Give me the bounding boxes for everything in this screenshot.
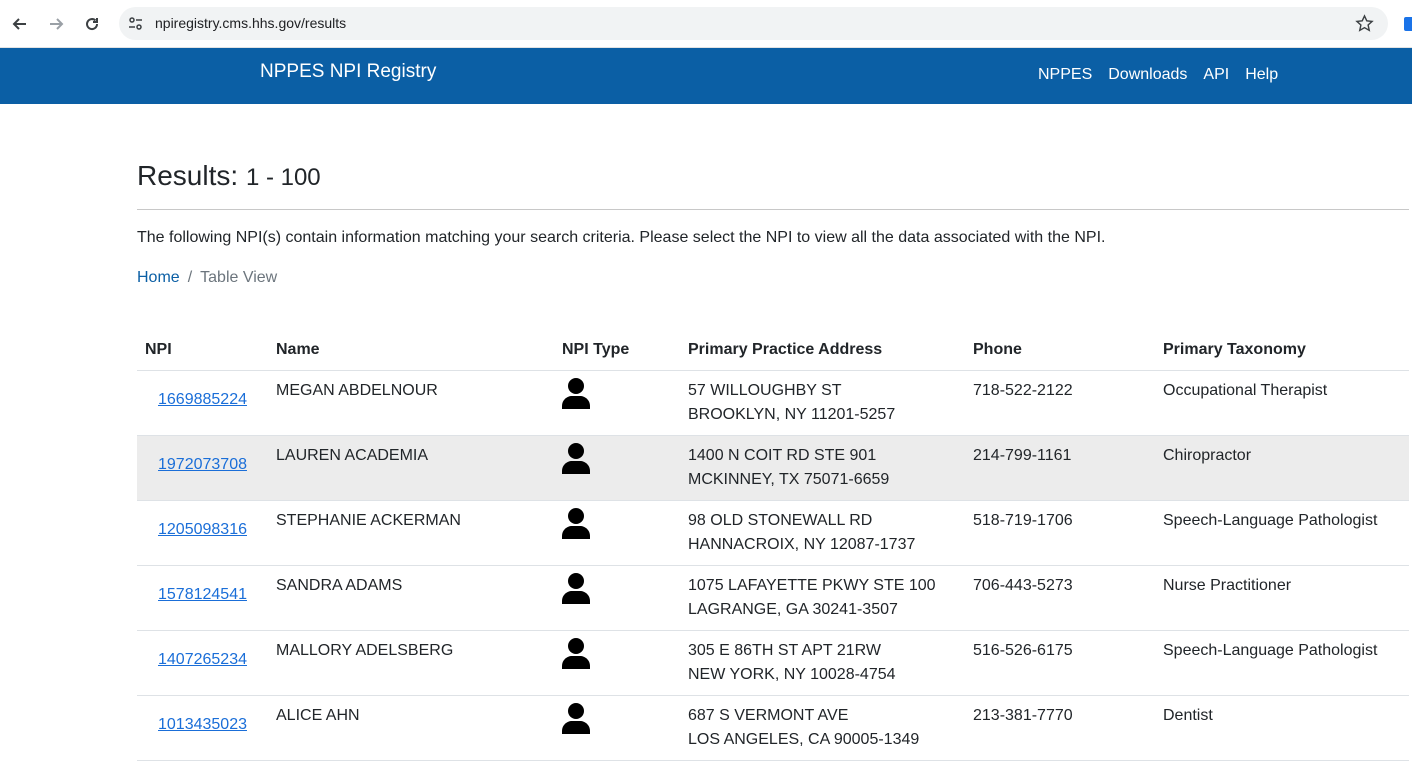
address-line-2: NEW YORK, NY 10028-4754 [688,665,896,683]
practice-address: 98 OLD STONEWALL RD HANNACROIX, NY 12087… [680,500,965,566]
bookmark-star-icon[interactable] [1355,14,1374,33]
practice-address: 1075 LAFAYETTE PKWY STE 100 LAGRANGE, GA… [680,565,965,631]
npi-type-cell [554,500,680,566]
title-divider [137,209,1409,210]
address-line-1: 98 OLD STONEWALL RD [688,511,873,529]
forward-arrow-icon [50,18,64,30]
phone: 516-526-6175 [965,630,1155,696]
phone: 706-443-5273 [965,565,1155,631]
breadcrumb-home[interactable]: Home [137,269,180,287]
phone: 213-381-7770 [965,695,1155,761]
provider-name: LAUREN ACADEMIA [268,435,554,501]
taxonomy: Nurse Practitioner [1155,565,1409,631]
breadcrumb-separator: / [187,269,193,286]
npi-link[interactable]: 1013435023 [158,713,247,737]
person-icon [562,442,590,474]
url-text[interactable]: npiregistry.cms.hhs.gov/results [155,15,346,31]
table-row: 1013435023 ALICE AHN 687 S VERMONT AVE L… [137,695,1409,761]
person-icon [562,637,590,669]
practice-address: 1400 N COIT RD STE 901 MCKINNEY, TX 7507… [680,435,965,501]
table-header-row: NPI Name NPI Type Primary Practice Addre… [137,330,1409,371]
address-line-1: 1400 N COIT RD STE 901 [688,446,877,464]
table-row: 1578124541 SANDRA ADAMS 1075 LAFAYETTE P… [137,565,1409,631]
table-row: 1407265234 MALLORY ADELSBERG 305 E 86TH … [137,630,1409,696]
brand-title[interactable]: NPPES NPI Registry [260,61,436,83]
page-title: Results: 1 - 100 [137,160,321,192]
npi-type-cell [554,370,680,436]
address-line-1: 1075 LAFAYETTE PKWY STE 100 [688,576,936,594]
provider-name: SANDRA ADAMS [268,565,554,631]
npi-link[interactable]: 1205098316 [158,518,247,542]
npi-link[interactable]: 1578124541 [158,583,247,607]
provider-name: MEGAN ABDELNOUR [268,370,554,436]
address-line-2: HANNACROIX, NY 12087-1737 [688,535,916,553]
forward-button[interactable] [44,12,68,36]
column-header-address: Primary Practice Address [680,330,965,371]
site-header: NPPES NPI Registry NPPES Downloads API H… [0,48,1412,104]
back-button[interactable] [8,12,32,36]
provider-name: ALICE AHN [268,695,554,761]
breadcrumb-current: Table View [200,269,278,286]
practice-address: 687 S VERMONT AVE LOS ANGELES, CA 90005-… [680,695,965,761]
browser-toolbar: npiregistry.cms.hhs.gov/results [0,0,1412,48]
address-bar[interactable]: npiregistry.cms.hhs.gov/results [119,7,1388,40]
breadcrumb: Home / Table View [137,269,277,287]
address-line-1: 687 S VERMONT AVE [688,706,849,724]
address-line-2: MCKINNEY, TX 75071-6659 [688,470,890,488]
phone: 214-799-1161 [965,435,1155,501]
address-line-2: LOS ANGELES, CA 90005-1349 [688,730,920,748]
person-icon [562,702,590,734]
column-header-npi: NPI [137,330,268,371]
results-table: NPI Name NPI Type Primary Practice Addre… [137,330,1409,761]
nav-link-nppes[interactable]: NPPES [1038,66,1092,84]
provider-name: STEPHANIE ACKERMAN [268,500,554,566]
npi-link[interactable]: 1972073708 [158,453,247,477]
address-line-1: 305 E 86TH ST APT 21RW [688,641,881,659]
nav-link-api[interactable]: API [1203,66,1229,84]
practice-address: 305 E 86TH ST APT 21RW NEW YORK, NY 1002… [680,630,965,696]
table-row: 1205098316 STEPHANIE ACKERMAN 98 OLD STO… [137,500,1409,566]
address-line-2: LAGRANGE, GA 30241-3507 [688,600,898,618]
back-arrow-icon [12,18,26,30]
phone: 518-719-1706 [965,500,1155,566]
column-header-name: Name [268,330,554,371]
address-line-1: 57 WILLOUGHBY ST [688,381,842,399]
npi-type-cell [554,695,680,761]
person-icon [562,507,590,539]
intro-text: The following NPI(s) contain information… [137,229,1106,246]
table-row: 1972073708 LAUREN ACADEMIA 1400 N COIT R… [137,435,1409,501]
nav-link-downloads[interactable]: Downloads [1108,66,1187,84]
top-nav: NPPES Downloads API Help [1038,66,1278,84]
phone: 718-522-2122 [965,370,1155,436]
taxonomy: Speech-Language Pathologist [1155,630,1409,696]
taxonomy: Dentist [1155,695,1409,761]
practice-address: 57 WILLOUGHBY ST BROOKLYN, NY 11201-5257 [680,370,965,436]
npi-type-cell [554,565,680,631]
table-row: 1669885224 MEGAN ABDELNOUR 57 WILLOUGHBY… [137,370,1409,436]
extension-icon[interactable] [1404,17,1412,31]
provider-name: MALLORY ADELSBERG [268,630,554,696]
reload-icon [86,18,99,31]
title-prefix: Results: [137,160,239,191]
column-header-npi-type: NPI Type [554,330,680,371]
npi-link[interactable]: 1407265234 [158,648,247,672]
npi-type-cell [554,435,680,501]
person-icon [562,377,590,409]
taxonomy: Speech-Language Pathologist [1155,500,1409,566]
site-settings-icon[interactable] [127,15,144,32]
column-header-phone: Phone [965,330,1155,371]
nav-link-help[interactable]: Help [1245,66,1278,84]
npi-type-cell [554,630,680,696]
taxonomy: Chiropractor [1155,435,1409,501]
taxonomy: Occupational Therapist [1155,370,1409,436]
reload-button[interactable] [80,12,104,36]
npi-link[interactable]: 1669885224 [158,388,247,412]
address-line-2: BROOKLYN, NY 11201-5257 [688,405,896,423]
title-range: 1 - 100 [245,164,321,191]
person-icon [562,572,590,604]
column-header-taxonomy: Primary Taxonomy [1155,330,1409,371]
